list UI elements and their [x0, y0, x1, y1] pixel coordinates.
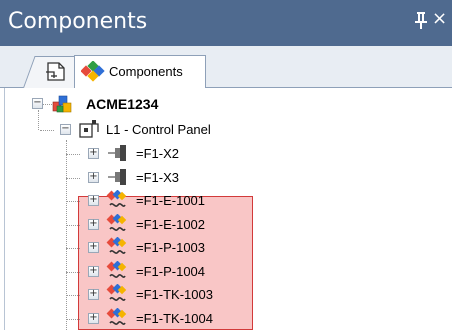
tree-connector	[66, 224, 80, 226]
expander-item[interactable]: +	[88, 265, 99, 277]
tab-strip: Components	[0, 46, 452, 89]
tree-connector	[66, 154, 80, 155]
tree-item-label[interactable]: =F1-TK-1004	[136, 311, 213, 326]
panel-titlebar: Components ×	[0, 0, 452, 46]
expander-item[interactable]: +	[88, 289, 99, 300]
panel-title: Components	[8, 9, 148, 34]
expander-item[interactable]: +	[88, 171, 99, 183]
tree-location-label[interactable]: L1 - Control Panel	[106, 122, 211, 137]
expander-root[interactable]: −	[32, 98, 43, 109]
tree-connector	[40, 130, 54, 131]
tree-connector	[66, 318, 80, 320]
tree-item-label[interactable]: =F1-X2	[136, 146, 179, 161]
terminal-block-icon	[106, 143, 128, 168]
components-cubes-icon	[80, 60, 105, 83]
document-tree-icon[interactable]	[44, 60, 70, 84]
tab-components-label: Components	[109, 64, 183, 79]
tree-connector	[38, 110, 39, 130]
expander-item[interactable]: +	[88, 195, 99, 206]
expander-item[interactable]: +	[88, 218, 99, 230]
tree-item-label[interactable]: =F1-TK-1003	[136, 287, 213, 302]
tree-item-label[interactable]: =F1-P-1004	[136, 264, 205, 279]
tree-connector	[66, 140, 67, 330]
close-icon[interactable]: ×	[432, 8, 447, 29]
tree-connector	[66, 271, 80, 273]
tree-connector	[66, 201, 80, 202]
component-device-icon	[106, 307, 128, 330]
tree-item-label[interactable]: =F1-X3	[136, 170, 179, 185]
terminal-block-icon	[106, 167, 128, 192]
location-icon	[78, 119, 100, 144]
expander-location[interactable]: −	[60, 124, 71, 135]
tree-connector	[66, 177, 80, 179]
expander-item[interactable]: +	[88, 312, 99, 324]
project-cubes-icon	[52, 94, 74, 119]
pin-icon[interactable]	[414, 10, 428, 30]
tree-item-label[interactable]: =F1-E-1001	[136, 193, 205, 208]
tab-components[interactable]: Components	[74, 55, 206, 89]
tree-connector	[66, 248, 80, 249]
tree-item-label[interactable]: =F1-P-1003	[136, 240, 205, 255]
tree-root-label[interactable]: ACME1234	[86, 96, 158, 112]
tree-item-label[interactable]: =F1-E-1002	[136, 217, 205, 232]
expander-item[interactable]: +	[88, 242, 99, 253]
expander-item[interactable]: +	[88, 148, 99, 159]
tree-connector	[66, 295, 80, 296]
